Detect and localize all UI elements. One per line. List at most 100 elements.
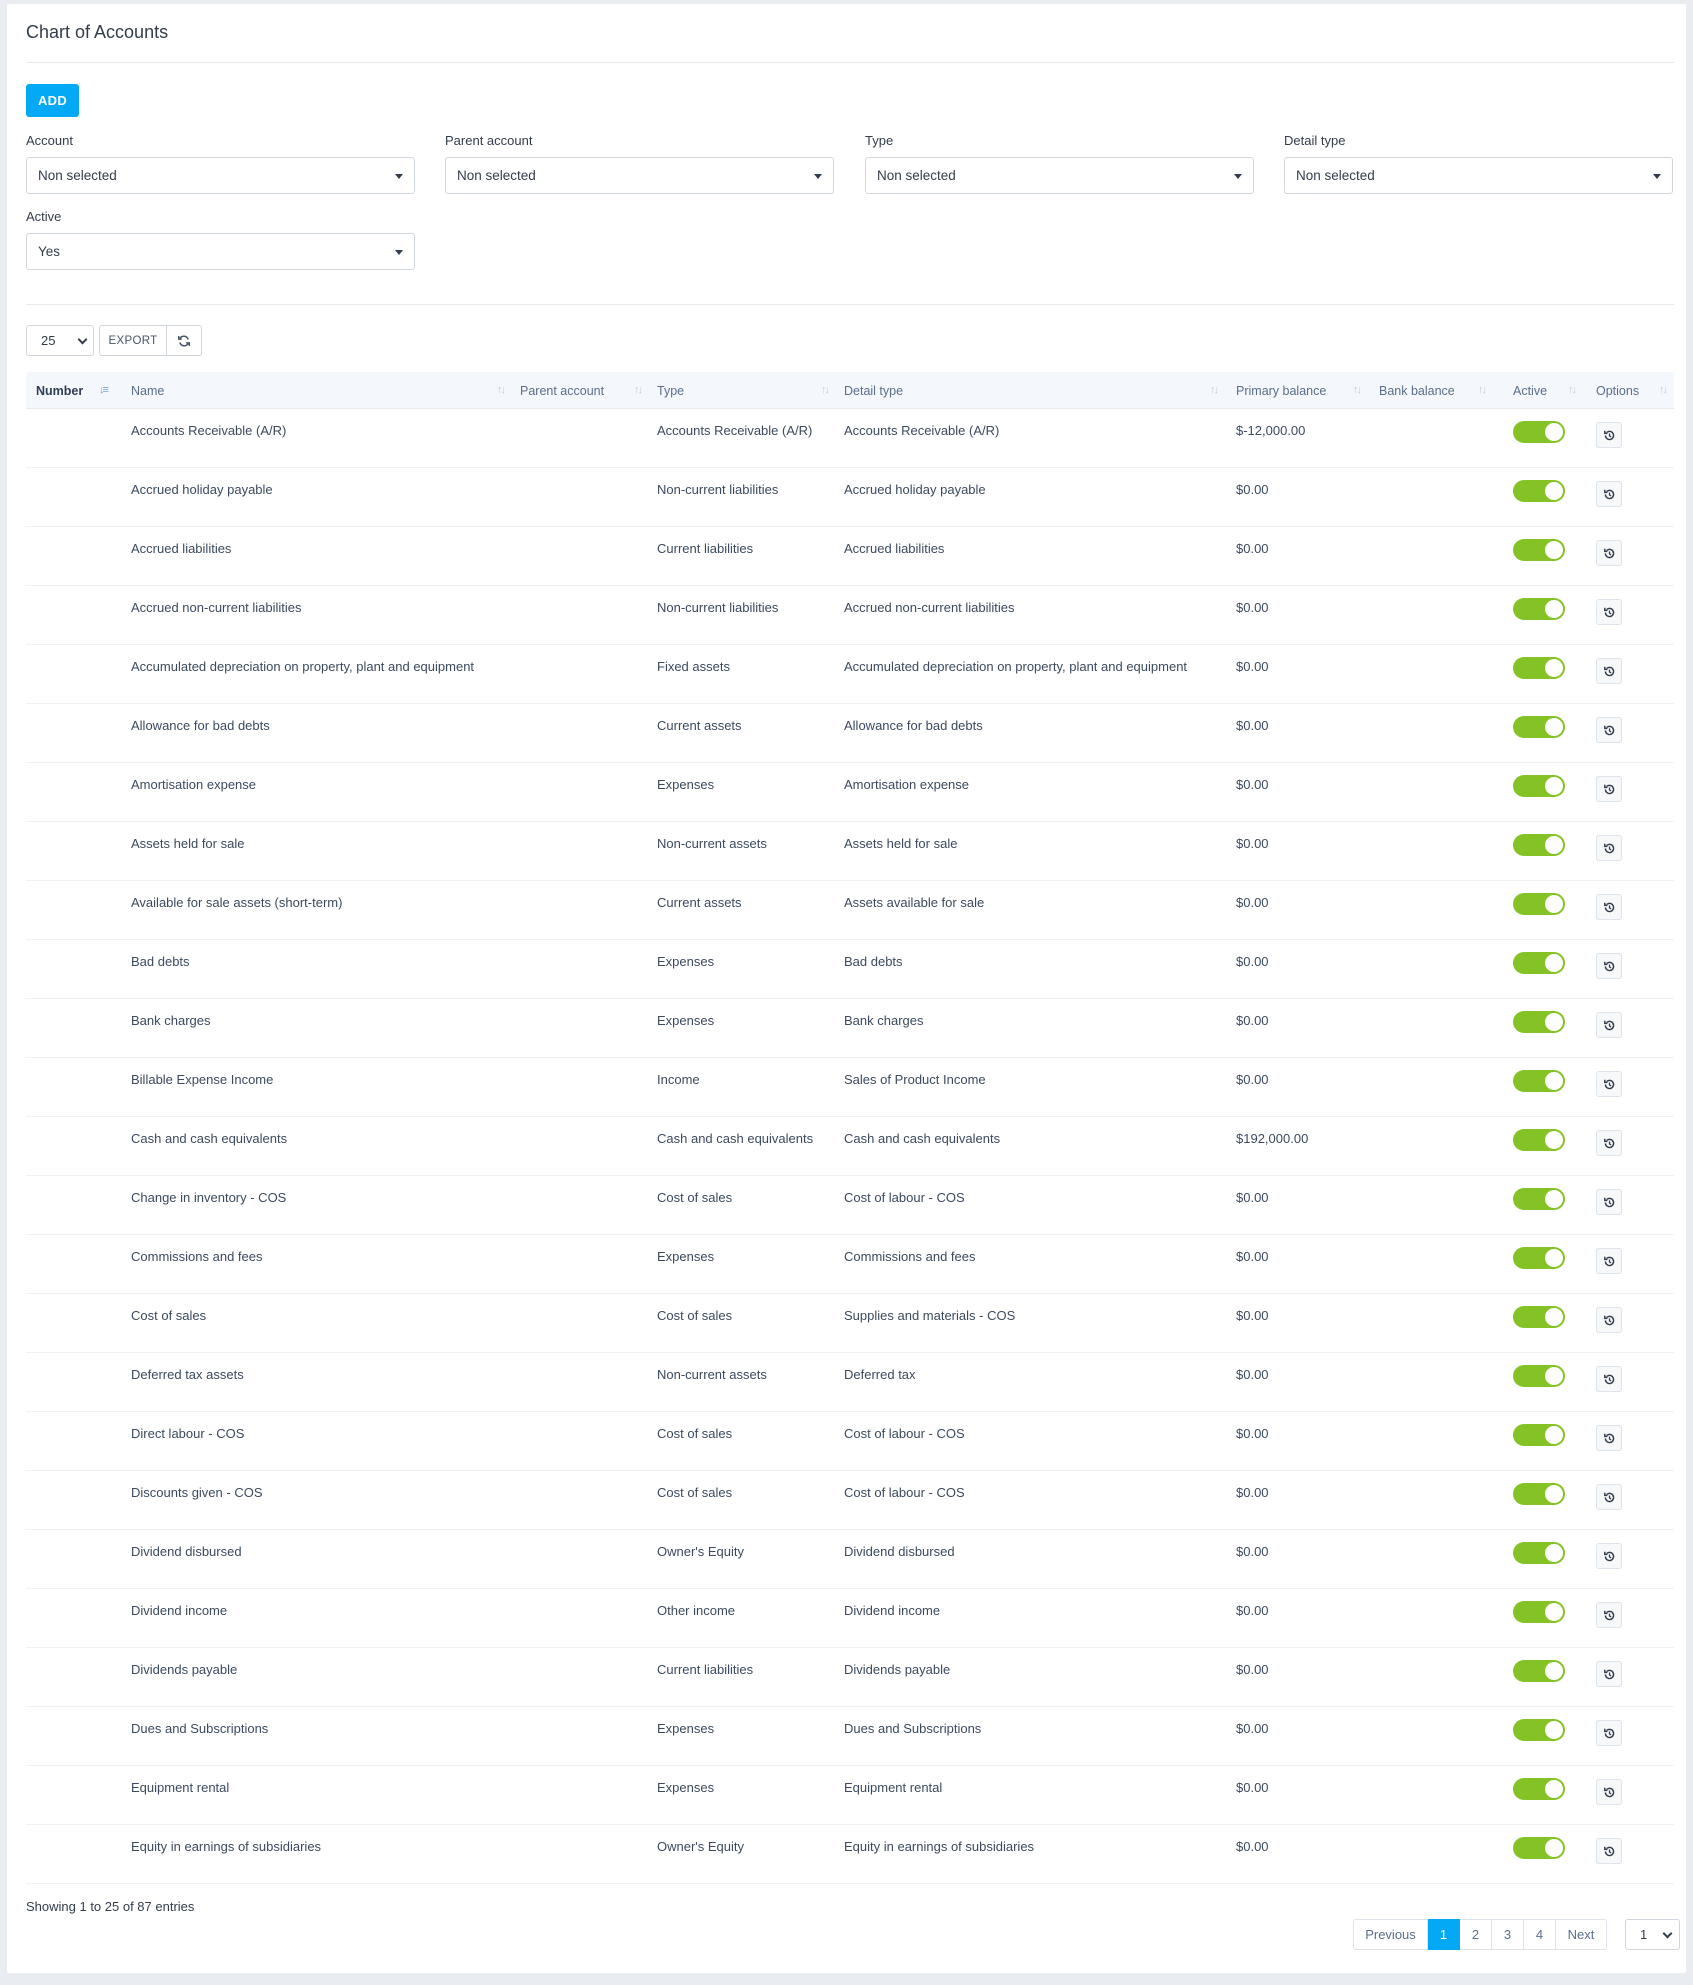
history-button[interactable] [1596, 776, 1622, 802]
cell-type: Fixed assets [657, 659, 730, 674]
history-button[interactable] [1596, 1012, 1622, 1038]
cell-name: Billable Expense Income [131, 1072, 274, 1087]
history-button[interactable] [1596, 1189, 1622, 1215]
toggle-knob [1545, 1426, 1563, 1444]
history-button[interactable] [1596, 835, 1622, 861]
active-toggle[interactable] [1513, 1011, 1565, 1033]
active-toggle[interactable] [1513, 952, 1565, 974]
active-toggle[interactable] [1513, 1542, 1565, 1564]
detail-type-select[interactable]: Non selected [1284, 157, 1673, 194]
column-header-parent-account[interactable]: Parent account [520, 384, 604, 398]
page-jump-select[interactable]: 1 [1625, 1919, 1680, 1950]
pagination-page-3[interactable]: 3 [1492, 1919, 1524, 1950]
active-toggle[interactable] [1513, 1365, 1565, 1387]
cell-primary-balance: $0.00 [1236, 1603, 1269, 1618]
cell-type: Non-current assets [657, 1367, 767, 1382]
table-header: Number ↓≡ Name ↑↓ Parent account ↑↓ Type… [26, 372, 1674, 409]
column-header-number[interactable]: Number [36, 384, 83, 398]
pagination-page-1[interactable]: 1 [1428, 1919, 1460, 1950]
cell-detail-type: Bad debts [844, 954, 903, 969]
active-toggle[interactable] [1513, 1070, 1565, 1092]
account-select[interactable]: Non selected [26, 157, 415, 194]
history-button[interactable] [1596, 540, 1622, 566]
active-toggle[interactable] [1513, 1129, 1565, 1151]
history-button[interactable] [1596, 1543, 1622, 1569]
history-button[interactable] [1596, 1425, 1622, 1451]
column-header-active[interactable]: Active [1513, 384, 1547, 398]
active-toggle[interactable] [1513, 1247, 1565, 1269]
history-icon [1603, 666, 1614, 676]
cell-primary-balance: $0.00 [1236, 541, 1269, 556]
pagination: Previous 1 2 3 4 Next [1353, 1919, 1607, 1950]
refresh-button[interactable] [167, 325, 202, 356]
active-toggle[interactable] [1513, 1424, 1565, 1446]
history-icon [1603, 1079, 1614, 1089]
active-toggle[interactable] [1513, 1483, 1565, 1505]
column-header-detail-type[interactable]: Detail type [844, 384, 903, 398]
history-button[interactable] [1596, 1071, 1622, 1097]
history-button[interactable] [1596, 1366, 1622, 1392]
active-toggle[interactable] [1513, 1719, 1565, 1741]
type-select[interactable]: Non selected [865, 157, 1254, 194]
history-icon [1603, 902, 1614, 912]
add-button[interactable]: ADD [26, 84, 79, 117]
active-toggle[interactable] [1513, 657, 1565, 679]
active-toggle[interactable] [1513, 480, 1565, 502]
active-toggle[interactable] [1513, 775, 1565, 797]
active-toggle[interactable] [1513, 598, 1565, 620]
cell-primary-balance: $0.00 [1236, 1308, 1269, 1323]
history-button[interactable] [1596, 953, 1622, 979]
pagination-page-4[interactable]: 4 [1524, 1919, 1556, 1950]
active-select[interactable]: Yes [26, 233, 415, 270]
active-toggle[interactable] [1513, 716, 1565, 738]
export-button[interactable]: EXPORT [99, 325, 167, 356]
history-button[interactable] [1596, 599, 1622, 625]
table-row: Equipment rental Expenses Equipment rental… [26, 1766, 1674, 1825]
table-row: Equity in earnings of subsidiaries Owner'… [26, 1825, 1674, 1884]
active-toggle[interactable] [1513, 1778, 1565, 1800]
column-header-primary-balance[interactable]: Primary balance [1236, 384, 1326, 398]
active-toggle[interactable] [1513, 1306, 1565, 1328]
history-button[interactable] [1596, 717, 1622, 743]
cell-primary-balance: $0.00 [1236, 954, 1269, 969]
cell-primary-balance: $0.00 [1236, 1780, 1269, 1795]
history-button[interactable] [1596, 1838, 1622, 1864]
history-button[interactable] [1596, 422, 1622, 448]
active-toggle[interactable] [1513, 1601, 1565, 1623]
table-row: Accrued liabilities Current liabilities Ac… [26, 527, 1674, 586]
history-button[interactable] [1596, 1720, 1622, 1746]
active-toggle[interactable] [1513, 539, 1565, 561]
history-button[interactable] [1596, 1130, 1622, 1156]
history-button[interactable] [1596, 1779, 1622, 1805]
active-toggle[interactable] [1513, 834, 1565, 856]
history-button[interactable] [1596, 1248, 1622, 1274]
history-button[interactable] [1596, 894, 1622, 920]
history-button[interactable] [1596, 658, 1622, 684]
active-toggle[interactable] [1513, 421, 1565, 443]
page-length-select[interactable]: 25 [26, 325, 94, 356]
history-button[interactable] [1596, 1484, 1622, 1510]
pagination-page-2[interactable]: 2 [1460, 1919, 1492, 1950]
active-toggle[interactable] [1513, 1188, 1565, 1210]
cell-type: Cost of sales [657, 1190, 733, 1205]
column-header-type[interactable]: Type [657, 384, 684, 398]
history-button[interactable] [1596, 1661, 1622, 1687]
pagination-previous[interactable]: Previous [1353, 1919, 1428, 1950]
column-header-name[interactable]: Name [131, 384, 164, 398]
cell-type: Non-current liabilities [657, 482, 779, 497]
active-toggle[interactable] [1513, 893, 1565, 915]
active-toggle[interactable] [1513, 1837, 1565, 1859]
pagination-next[interactable]: Next [1556, 1919, 1607, 1950]
toggle-knob [1545, 1721, 1563, 1739]
active-toggle[interactable] [1513, 1660, 1565, 1682]
history-icon [1603, 607, 1614, 617]
cell-name: Accrued holiday payable [131, 482, 273, 497]
parent-account-select[interactable]: Non selected [445, 157, 834, 194]
column-header-bank-balance[interactable]: Bank balance [1379, 384, 1455, 398]
history-button[interactable] [1596, 1307, 1622, 1333]
history-button[interactable] [1596, 1602, 1622, 1628]
table-row: Billable Expense Income Income Sales of Pr… [26, 1058, 1674, 1117]
history-button[interactable] [1596, 481, 1622, 507]
cell-primary-balance: $-12,000.00 [1236, 423, 1306, 438]
cell-name: Commissions and fees [131, 1249, 263, 1264]
